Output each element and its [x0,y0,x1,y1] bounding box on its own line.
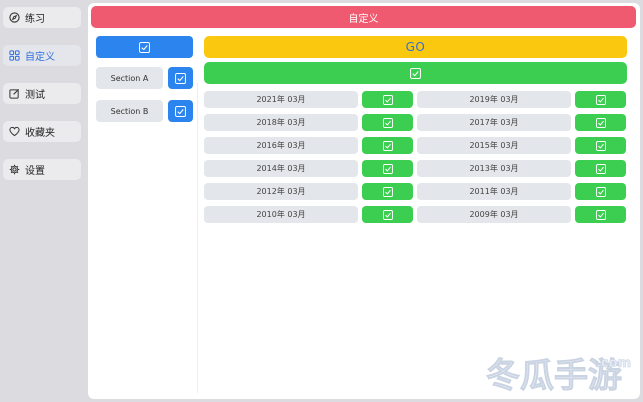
column-divider [197,83,198,393]
date-label: 2014年 03月 [204,160,358,177]
sidebar-item-label: 收藏夹 [25,128,55,139]
date-label: 2021年 03月 [204,91,358,108]
select-all-sections-button[interactable] [96,36,193,58]
checkbox-checked-icon [382,163,393,174]
main-panel: 自定义 Section A Section B GO 2021年 03月 2019… [88,3,640,399]
checkbox-checked-icon [382,186,393,197]
section-b-checkbox[interactable] [168,100,193,122]
date-label: 2013年 03月 [417,160,571,177]
date-label: 2012年 03月 [204,183,358,200]
sidebar-item-settings[interactable]: 设置 [3,159,81,180]
date-checkbox[interactable] [362,114,413,131]
gear-icon [9,164,20,175]
sidebar-item-label: 设置 [25,166,45,177]
date-label: 2017年 03月 [417,114,571,131]
checkbox-checked-icon [595,186,606,197]
date-checkbox[interactable] [362,137,413,154]
date-checkbox[interactable] [575,160,626,177]
date-checkbox[interactable] [575,206,626,223]
date-checkbox[interactable] [575,137,626,154]
watermark-suffix: .com [596,356,631,371]
checkbox-checked-icon [595,163,606,174]
checkbox-checked-icon [382,117,393,128]
date-label: 2016年 03月 [204,137,358,154]
date-checkbox[interactable] [575,114,626,131]
date-label: 2009年 03月 [417,206,571,223]
date-checkbox[interactable] [575,183,626,200]
checkbox-checked-icon [382,94,393,105]
date-label: 2010年 03月 [204,206,358,223]
checkbox-checked-icon [595,140,606,151]
page-title: 自定义 [91,6,636,28]
sidebar: 练习 自定义 测试 收藏夹 设置 [0,0,88,402]
checkbox-checked-icon [595,117,606,128]
sidebar-item-label: 自定义 [25,52,55,63]
date-label: 2015年 03月 [417,137,571,154]
section-a-checkbox[interactable] [168,67,193,89]
compass-icon [9,12,20,23]
date-checkbox[interactable] [362,91,413,108]
sidebar-item-test[interactable]: 测试 [3,83,81,104]
checkbox-checked-icon [175,72,186,84]
section-a-label: Section A [96,67,163,89]
sidebar-item-custom[interactable]: 自定义 [3,45,81,66]
select-all-dates-button[interactable] [204,62,627,84]
section-b-label: Section B [96,100,163,122]
date-label: 2019年 03月 [417,91,571,108]
date-label: 2018年 03月 [204,114,358,131]
date-label: 2011年 03月 [417,183,571,200]
sidebar-item-label: 练习 [25,14,45,25]
sidebar-item-favorites[interactable]: 收藏夹 [3,121,81,142]
sidebar-item-label: 测试 [25,90,45,101]
checkbox-checked-icon [595,94,606,105]
grid-icon [9,50,20,61]
sidebar-item-practice[interactable]: 练习 [3,7,81,28]
checkbox-checked-icon [382,209,393,220]
edit-icon [9,88,20,99]
watermark-logo: 冬瓜手游 .com [486,356,632,397]
checkbox-checked-icon [382,140,393,151]
go-button[interactable]: GO [204,36,627,58]
date-checkbox[interactable] [362,160,413,177]
checkbox-checked-icon [595,209,606,220]
heart-icon [9,126,20,137]
date-checkbox[interactable] [362,183,413,200]
checkbox-checked-icon [410,67,421,79]
checkbox-checked-icon [175,105,186,117]
date-checkbox[interactable] [362,206,413,223]
date-checkbox[interactable] [575,91,626,108]
checkbox-checked-icon [139,41,150,53]
